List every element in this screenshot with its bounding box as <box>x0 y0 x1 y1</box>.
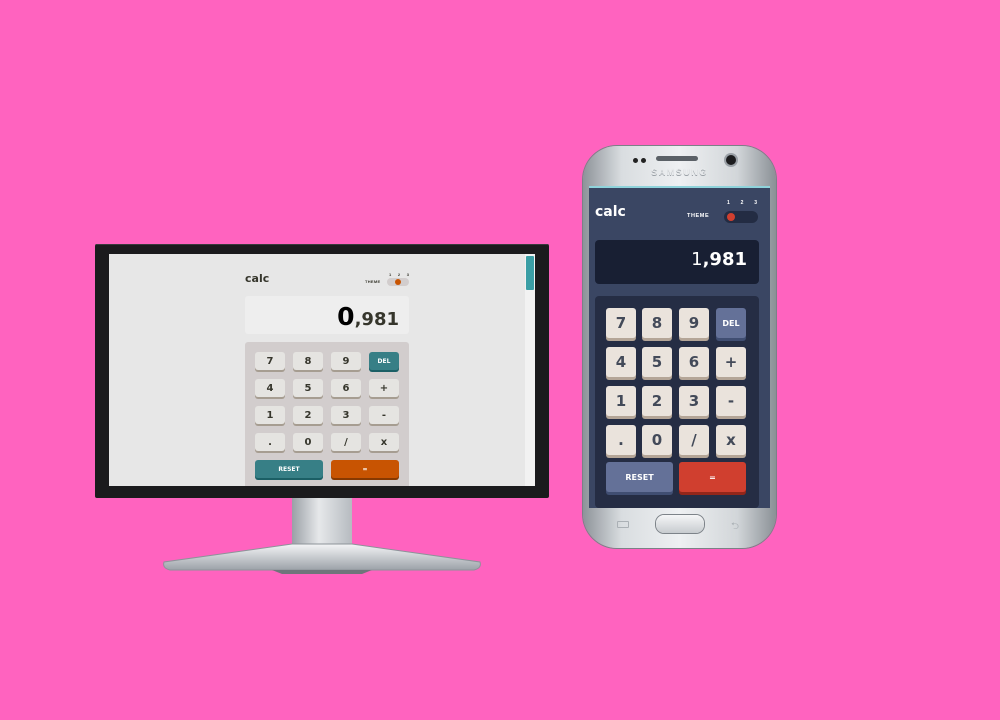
phone-theme-toggle[interactable] <box>724 211 758 223</box>
phone-calc-logo: calc <box>595 204 626 220</box>
phone-theme-number-1: 1 <box>727 200 730 206</box>
phone-keypad: 7 8 9 DEL 4 5 6 + 1 2 3 - . 0 / x RESET … <box>595 296 759 508</box>
desktop-key-5[interactable]: 5 <box>293 379 323 397</box>
phone-brand-logo: SAMSUNG <box>651 167 708 177</box>
desktop-key-7[interactable]: 7 <box>255 352 285 370</box>
desktop-scrollbar[interactable] <box>525 254 535 486</box>
phone-display-value: 1,981 <box>691 249 747 270</box>
phone-theme-number-3: 3 <box>754 200 757 206</box>
phone-key-plus[interactable]: + <box>716 347 746 377</box>
phone-theme-number-2: 2 <box>740 200 744 206</box>
recent-apps-icon[interactable] <box>617 521 629 528</box>
desktop-theme-label: THEME <box>365 279 381 284</box>
desktop-display-rest: ,981 <box>354 309 399 330</box>
phone-key-3[interactable]: 3 <box>679 386 709 416</box>
phone-key-2[interactable]: 2 <box>642 386 672 416</box>
desktop-key-divide[interactable]: / <box>331 433 361 451</box>
desktop-key-minus[interactable]: - <box>369 406 399 424</box>
phone-sensor-icon <box>633 158 638 163</box>
phone-home-button[interactable] <box>656 515 704 533</box>
monitor-stand-base <box>162 542 482 574</box>
phone-screen: calc 1 2 3 THEME 1,981 7 8 9 DEL 4 5 6 +… <box>589 186 770 508</box>
phone-key-7[interactable]: 7 <box>606 308 636 338</box>
desktop-monitor: calc THEME 1 2 3 0,981 7 8 9 DEL 4 5 6 + <box>95 244 549 498</box>
desktop-key-8[interactable]: 8 <box>293 352 323 370</box>
desktop-theme-number-3: 3 <box>406 272 409 277</box>
phone-display-rest: ,981 <box>702 249 747 270</box>
phone-theme-label: THEME <box>687 213 710 219</box>
desktop-theme-numbers: 1 2 3 <box>389 272 409 277</box>
phone-key-6[interactable]: 6 <box>679 347 709 377</box>
phone-theme-numbers: 1 2 3 <box>727 200 757 206</box>
desktop-key-multiply[interactable]: x <box>369 433 399 451</box>
phone-key-1[interactable]: 1 <box>606 386 636 416</box>
desktop-theme-number-2: 2 <box>397 272 401 277</box>
desktop-key-equals[interactable]: = <box>331 460 399 478</box>
phone-sensor-icon <box>641 158 646 163</box>
desktop-keypad: 7 8 9 DEL 4 5 6 + 1 2 3 - . 0 / x RESET … <box>245 342 409 486</box>
phone-device: SAMSUNG calc 1 2 3 THEME 1,981 7 8 9 DEL… <box>583 146 776 548</box>
phone-key-del[interactable]: DEL <box>716 308 746 338</box>
phone-key-8[interactable]: 8 <box>642 308 672 338</box>
phone-top-bezel: SAMSUNG <box>583 146 776 186</box>
back-icon[interactable]: ⮌ <box>731 519 739 536</box>
phone-key-0[interactable]: 0 <box>642 425 672 455</box>
desktop-screen: calc THEME 1 2 3 0,981 7 8 9 DEL 4 5 6 + <box>109 254 535 486</box>
desktop-calc-header: calc THEME 1 2 3 <box>245 272 409 288</box>
desktop-display-lead: 0 <box>337 302 355 331</box>
desktop-key-3[interactable]: 3 <box>331 406 361 424</box>
phone-key-multiply[interactable]: x <box>716 425 746 455</box>
phone-key-5[interactable]: 5 <box>642 347 672 377</box>
desktop-key-4[interactable]: 4 <box>255 379 285 397</box>
desktop-key-2[interactable]: 2 <box>293 406 323 424</box>
phone-key-reset[interactable]: RESET <box>606 462 673 492</box>
desktop-key-del[interactable]: DEL <box>369 352 399 370</box>
phone-key-minus[interactable]: - <box>716 386 746 416</box>
phone-calc-display: 1,981 <box>595 240 759 284</box>
phone-key-4[interactable]: 4 <box>606 347 636 377</box>
desktop-key-reset[interactable]: RESET <box>255 460 323 478</box>
phone-key-divide[interactable]: / <box>679 425 709 455</box>
phone-speaker <box>656 156 698 161</box>
desktop-theme-toggle[interactable] <box>387 278 409 286</box>
desktop-theme-number-1: 1 <box>389 272 392 277</box>
desktop-display-value: 0,981 <box>337 302 399 331</box>
desktop-key-decimal[interactable]: . <box>255 433 285 451</box>
phone-key-decimal[interactable]: . <box>606 425 636 455</box>
desktop-key-6[interactable]: 6 <box>331 379 361 397</box>
phone-key-9[interactable]: 9 <box>679 308 709 338</box>
desktop-calc-logo: calc <box>245 272 270 285</box>
desktop-theme-toggle-knob[interactable] <box>395 279 401 285</box>
desktop-scrollbar-thumb[interactable] <box>526 256 534 290</box>
desktop-key-plus[interactable]: + <box>369 379 399 397</box>
phone-screen-top-line <box>589 186 770 188</box>
phone-theme-toggle-knob[interactable] <box>727 213 735 221</box>
desktop-key-9[interactable]: 9 <box>331 352 361 370</box>
phone-display-lead: 1 <box>691 249 703 270</box>
phone-key-equals[interactable]: = <box>679 462 746 492</box>
desktop-key-0[interactable]: 0 <box>293 433 323 451</box>
desktop-calc-display: 0,981 <box>245 296 409 334</box>
desktop-key-1[interactable]: 1 <box>255 406 285 424</box>
phone-camera-icon <box>726 155 736 165</box>
